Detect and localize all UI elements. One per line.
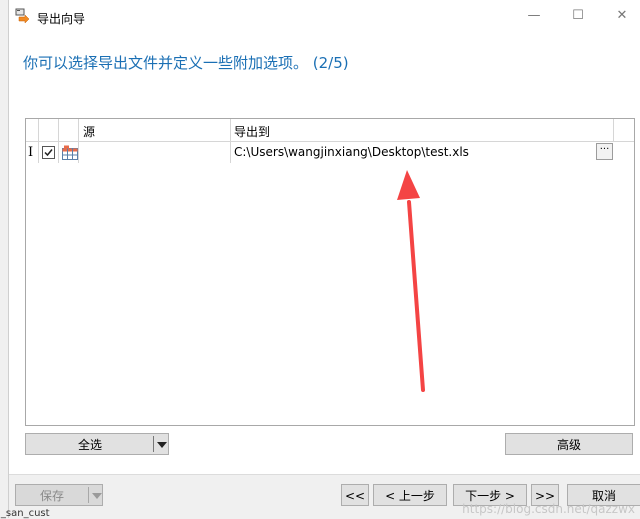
window-title: 导出向导 [37, 12, 86, 26]
red-arrow-annotation [397, 170, 425, 392]
browse-button[interactable]: ··· [596, 143, 613, 160]
export-wizard-window: 导出向导 — ☐ ✕ 你可以选择导出文件并定义一些附加选项。 (2/5) 源 导… [8, 0, 640, 519]
column-divider [613, 119, 614, 141]
save-button[interactable]: 保存 [15, 484, 103, 506]
title-bar: 导出向导 — ☐ ✕ [9, 0, 640, 34]
dropdown-divider [88, 487, 89, 503]
back-button[interactable]: < 上一步 [373, 484, 447, 506]
column-header-source[interactable]: 源 [83, 123, 95, 140]
select-all-button[interactable]: 全选 [25, 433, 169, 455]
select-all-label: 全选 [77, 438, 102, 452]
advanced-button[interactable]: 高级 [505, 433, 633, 455]
checkmark-icon [44, 149, 53, 157]
close-button[interactable]: ✕ [611, 6, 633, 26]
grid-header: 源 导出到 [26, 119, 634, 142]
chevron-down-icon[interactable] [92, 493, 102, 499]
export-wizard-icon [15, 8, 30, 24]
export-file-grid: 源 导出到 I C:\Users\wangjinxiang\Desktop\te… [25, 118, 635, 426]
table-icon [62, 145, 78, 160]
row-checkbox[interactable] [42, 146, 55, 159]
table-row[interactable]: I C:\Users\wangjinxiang\Desktop\test.xls… [26, 142, 634, 163]
minimize-button[interactable]: — [523, 6, 545, 26]
first-page-button[interactable]: << [341, 484, 369, 506]
maximize-button[interactable]: ☐ [567, 6, 589, 26]
dropdown-divider [153, 436, 154, 452]
export-path-field[interactable]: C:\Users\wangjinxiang\Desktop\test.xls [234, 145, 469, 159]
watermark: https://blog.csdn.net/qazzwx [462, 502, 635, 516]
column-header-export-to[interactable]: 导出到 [234, 123, 270, 140]
current-row-indicator: I [28, 145, 34, 160]
save-label: 保存 [39, 489, 64, 503]
background-clipped-text: ol_san_cust [0, 508, 50, 519]
chevron-down-icon[interactable] [157, 442, 167, 448]
page-heading: 你可以选择导出文件并定义一些附加选项。 (2/5) [23, 54, 349, 72]
